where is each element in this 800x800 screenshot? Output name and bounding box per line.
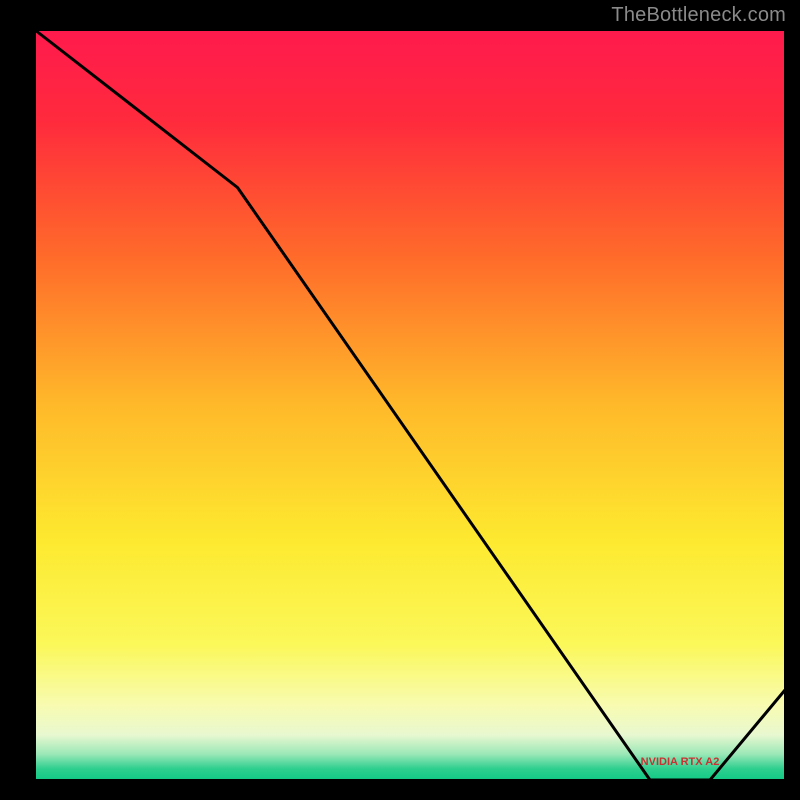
chart-container: TheBottleneck.com NVIDIA RTX A2 xyxy=(0,0,800,800)
watermark-text: TheBottleneck.com xyxy=(611,4,786,27)
gpu-annotation: NVIDIA RTX A2 xyxy=(641,756,720,768)
bottleneck-chart: NVIDIA RTX A2 xyxy=(0,0,800,800)
chart-plot-area xyxy=(35,30,785,780)
